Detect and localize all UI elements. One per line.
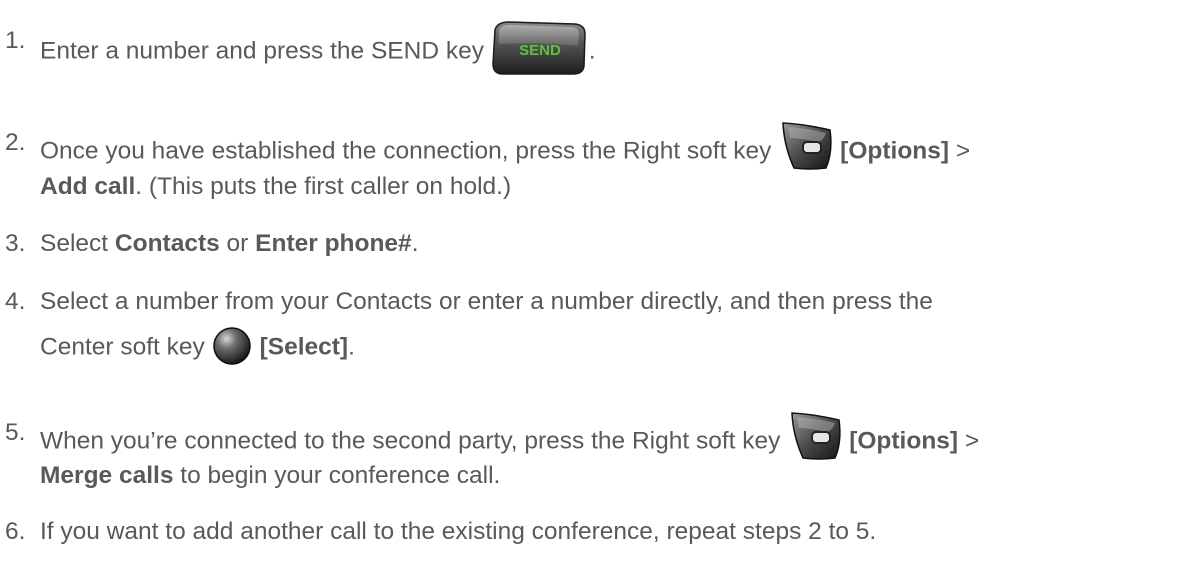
step-number: 2.	[5, 129, 26, 156]
right-soft-key-icon	[789, 410, 843, 462]
step-text: Merge calls to begin your conference cal…	[40, 462, 501, 489]
svg-text:SEND: SEND	[519, 42, 561, 59]
step-number: 1.	[5, 27, 26, 54]
step-number: 5.	[5, 419, 26, 446]
step-text: Select Contacts or Enter phone#.	[40, 230, 419, 257]
step-text: If you want to add another call to the e…	[40, 518, 877, 545]
step-number: 6.	[5, 518, 26, 545]
center-soft-key-icon	[212, 326, 252, 366]
step-number: 3.	[5, 230, 26, 257]
step-number: 4.	[5, 288, 26, 315]
right-soft-key-icon	[780, 120, 834, 172]
step-text: Enter a number and press the SEND key SE…	[40, 21, 596, 80]
step-text: Add call. (This puts the first caller on…	[40, 173, 512, 200]
step-text: Select a number from your Contacts or en…	[40, 288, 933, 315]
step-text: Center soft key [Select].	[40, 326, 355, 368]
send-key-icon: SEND	[489, 20, 589, 76]
